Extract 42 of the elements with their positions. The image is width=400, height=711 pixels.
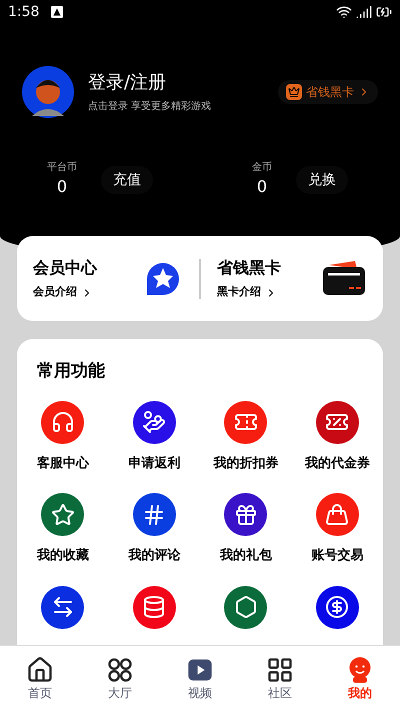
nav-tab[interactable]: 社区 [240, 646, 320, 711]
star-icon [50, 502, 75, 526]
function-item[interactable]: 我的代金券 [292, 400, 383, 473]
gift-icon [234, 502, 258, 526]
signal-icon [356, 4, 372, 20]
member-card-title[interactable]: 会员中心 [33, 256, 143, 280]
balance-value: 0 [256, 176, 268, 198]
function-item[interactable]: 账号交易 [292, 493, 383, 566]
savings-card-badge[interactable]: 省钱黑卡 [278, 80, 378, 104]
balance-action-button[interactable]: 充值 [101, 166, 153, 194]
wifi-icon [336, 4, 352, 20]
notification-icon [51, 6, 64, 18]
four-circles-icon [106, 656, 134, 684]
member-card-title[interactable]: 省钱黑卡 [217, 256, 319, 280]
member-card-link[interactable]: 黑卡介绍 [217, 284, 319, 301]
function-item[interactable]: 申请返利 [108, 400, 200, 473]
login-title[interactable]: 登录/注册 [88, 70, 212, 94]
member-card-link[interactable]: 会员介绍 [33, 284, 143, 301]
nav-tab[interactable]: 视频 [160, 646, 240, 711]
function-item[interactable]: 我的收藏 [17, 493, 108, 566]
balance-label: 平台币 [47, 160, 77, 175]
home-icon [26, 656, 54, 684]
function-item[interactable]: 我的折扣券 [200, 400, 292, 473]
coin-stack-icon [142, 595, 166, 619]
crown-icon [286, 84, 302, 100]
function-item[interactable]: 客服中心 [17, 400, 108, 473]
function-item[interactable]: 我的评论 [108, 493, 200, 566]
hexagon-icon [234, 595, 258, 619]
balance-label: 金币 [252, 160, 272, 175]
function-item[interactable]: 我的礼包 [200, 493, 292, 566]
status-time: 1:58 [8, 3, 40, 22]
grid-icon [266, 656, 294, 684]
section-title: 常用功能 [36, 360, 106, 383]
balance-value: 0 [56, 176, 68, 198]
coins-dollar-icon [325, 595, 350, 619]
avatar [22, 66, 74, 118]
balance-action-button[interactable]: 兑换 [296, 166, 348, 194]
hand-coin-icon [142, 410, 166, 434]
nav-tab[interactable]: 首页 [0, 646, 80, 711]
nav-tab[interactable]: 我的 [320, 646, 400, 711]
login-subtitle: 点击登录 享受更多精彩游戏 [88, 100, 212, 114]
nav-tab[interactable]: 大厅 [80, 646, 160, 711]
